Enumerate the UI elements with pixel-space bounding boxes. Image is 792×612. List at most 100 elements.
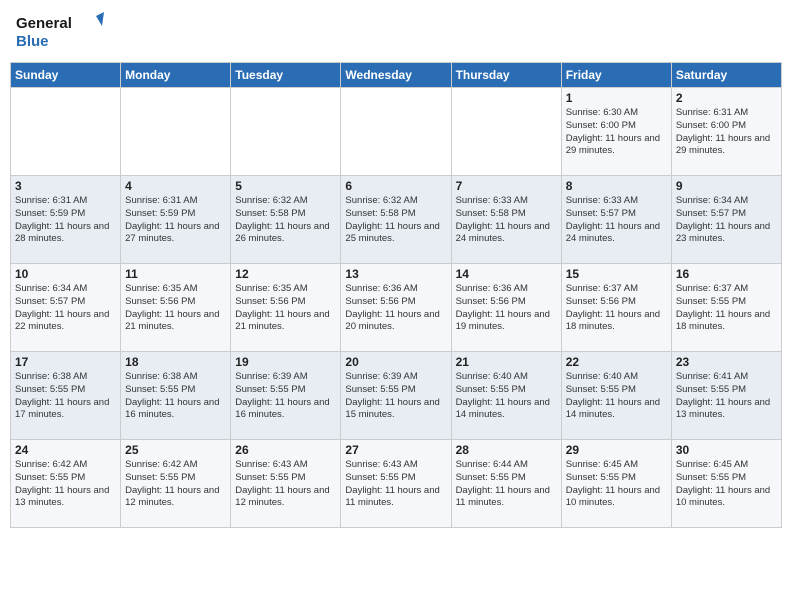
calendar-cell: 12 Sunrise: 6:35 AMSunset: 5:56 PMDayligh… <box>231 264 341 352</box>
day-info: Sunrise: 6:41 AMSunset: 5:55 PMDaylight:… <box>676 371 777 422</box>
day-info: Sunrise: 6:32 AMSunset: 5:58 PMDaylight:… <box>235 195 336 246</box>
day-info: Sunrise: 6:38 AMSunset: 5:55 PMDaylight:… <box>125 371 226 422</box>
calendar-cell: 29 Sunrise: 6:45 AMSunset: 5:55 PMDayligh… <box>561 440 671 528</box>
calendar-cell: 13Sunrise: 6:36 AMSunset: 5:56 PMDayligh… <box>341 264 451 352</box>
day-number: 23 <box>676 355 777 369</box>
weekday-header: Sunday <box>11 63 121 88</box>
day-number: 19 <box>235 355 336 369</box>
day-number: 6 <box>345 179 446 193</box>
day-info: Sunrise: 6:31 AMSunset: 6:00 PMDaylight:… <box>676 107 777 158</box>
calendar-cell: 3Sunrise: 6:31 AMSunset: 5:59 PMDaylight… <box>11 176 121 264</box>
day-info: Sunrise: 6:36 AMSunset: 5:56 PMDaylight:… <box>456 283 557 334</box>
page-header: General Blue <box>10 10 782 54</box>
svg-text:General: General <box>16 15 72 32</box>
weekday-header: Tuesday <box>231 63 341 88</box>
day-number: 27 <box>345 443 446 457</box>
calendar-cell <box>451 88 561 176</box>
calendar-cell: 18 Sunrise: 6:38 AMSunset: 5:55 PMDayligh… <box>121 352 231 440</box>
calendar-table: SundayMondayTuesdayWednesdayThursdayFrid… <box>10 62 782 528</box>
weekday-header: Saturday <box>671 63 781 88</box>
day-info: Sunrise: 6:37 AMSunset: 5:55 PMDaylight:… <box>676 283 777 334</box>
weekday-header: Thursday <box>451 63 561 88</box>
calendar-cell: 8 Sunrise: 6:33 AMSunset: 5:57 PMDaylight… <box>561 176 671 264</box>
weekday-header: Monday <box>121 63 231 88</box>
calendar-cell: 17 Sunrise: 6:38 AMSunset: 5:55 PMDayligh… <box>11 352 121 440</box>
calendar-cell: 30 Sunrise: 6:45 AMSunset: 5:55 PMDayligh… <box>671 440 781 528</box>
calendar-cell: 19 Sunrise: 6:39 AMSunset: 5:55 PMDayligh… <box>231 352 341 440</box>
calendar-cell <box>11 88 121 176</box>
weekday-header: Wednesday <box>341 63 451 88</box>
calendar-cell: 2 Sunrise: 6:31 AMSunset: 6:00 PMDaylight… <box>671 88 781 176</box>
calendar-cell: 21 Sunrise: 6:40 AMSunset: 5:55 PMDayligh… <box>451 352 561 440</box>
day-number: 7 <box>456 179 557 193</box>
weekday-header: Friday <box>561 63 671 88</box>
calendar-cell: 9 Sunrise: 6:34 AMSunset: 5:57 PMDaylight… <box>671 176 781 264</box>
calendar-cell: 24Sunrise: 6:42 AMSunset: 5:55 PMDayligh… <box>11 440 121 528</box>
logo-svg: General Blue <box>14 10 104 54</box>
day-number: 20 <box>345 355 446 369</box>
day-info: Sunrise: 6:35 AMSunset: 5:56 PMDaylight:… <box>125 283 226 334</box>
day-number: 13 <box>345 267 446 281</box>
day-info: Sunrise: 6:31 AMSunset: 5:59 PMDaylight:… <box>15 195 116 246</box>
day-info: Sunrise: 6:43 AMSunset: 5:55 PMDaylight:… <box>345 459 446 510</box>
day-number: 9 <box>676 179 777 193</box>
calendar-cell: 28 Sunrise: 6:44 AMSunset: 5:55 PMDayligh… <box>451 440 561 528</box>
day-number: 26 <box>235 443 336 457</box>
calendar-cell <box>341 88 451 176</box>
calendar-cell: 6Sunrise: 6:32 AMSunset: 5:58 PMDaylight… <box>341 176 451 264</box>
calendar-cell: 20 Sunrise: 6:39 AMSunset: 5:55 PMDayligh… <box>341 352 451 440</box>
calendar-cell: 26 Sunrise: 6:43 AMSunset: 5:55 PMDayligh… <box>231 440 341 528</box>
day-info: Sunrise: 6:40 AMSunset: 5:55 PMDaylight:… <box>566 371 667 422</box>
day-number: 11 <box>125 267 226 281</box>
day-number: 10 <box>15 267 116 281</box>
day-number: 1 <box>566 91 667 105</box>
day-number: 18 <box>125 355 226 369</box>
calendar-cell: 23 Sunrise: 6:41 AMSunset: 5:55 PMDayligh… <box>671 352 781 440</box>
day-info: Sunrise: 6:30 AMSunset: 6:00 PMDaylight:… <box>566 107 667 158</box>
day-info: Sunrise: 6:42 AMSunset: 5:55 PMDaylight:… <box>15 459 116 510</box>
day-number: 28 <box>456 443 557 457</box>
day-info: Sunrise: 6:31 AMSunset: 5:59 PMDaylight:… <box>125 195 226 246</box>
day-number: 15 <box>566 267 667 281</box>
day-info: Sunrise: 6:40 AMSunset: 5:55 PMDaylight:… <box>456 371 557 422</box>
calendar-cell: 27 Sunrise: 6:43 AMSunset: 5:55 PMDayligh… <box>341 440 451 528</box>
calendar-cell: 7 Sunrise: 6:33 AMSunset: 5:58 PMDaylight… <box>451 176 561 264</box>
calendar-cell: 25 Sunrise: 6:42 AMSunset: 5:55 PMDayligh… <box>121 440 231 528</box>
day-info: Sunrise: 6:44 AMSunset: 5:55 PMDaylight:… <box>456 459 557 510</box>
calendar-cell: 11 Sunrise: 6:35 AMSunset: 5:56 PMDayligh… <box>121 264 231 352</box>
day-info: Sunrise: 6:35 AMSunset: 5:56 PMDaylight:… <box>235 283 336 334</box>
calendar-cell: 1 Sunrise: 6:30 AMSunset: 6:00 PMDaylight… <box>561 88 671 176</box>
day-number: 30 <box>676 443 777 457</box>
calendar-cell <box>231 88 341 176</box>
day-info: Sunrise: 6:34 AMSunset: 5:57 PMDaylight:… <box>676 195 777 246</box>
svg-text:Blue: Blue <box>16 33 49 50</box>
day-info: Sunrise: 6:39 AMSunset: 5:55 PMDaylight:… <box>235 371 336 422</box>
day-number: 16 <box>676 267 777 281</box>
day-number: 4 <box>125 179 226 193</box>
day-info: Sunrise: 6:42 AMSunset: 5:55 PMDaylight:… <box>125 459 226 510</box>
day-number: 12 <box>235 267 336 281</box>
day-info: Sunrise: 6:45 AMSunset: 5:55 PMDaylight:… <box>676 459 777 510</box>
day-number: 21 <box>456 355 557 369</box>
day-number: 8 <box>566 179 667 193</box>
day-number: 29 <box>566 443 667 457</box>
day-info: Sunrise: 6:43 AMSunset: 5:55 PMDaylight:… <box>235 459 336 510</box>
day-number: 25 <box>125 443 226 457</box>
day-info: Sunrise: 6:39 AMSunset: 5:55 PMDaylight:… <box>345 371 446 422</box>
day-info: Sunrise: 6:33 AMSunset: 5:58 PMDaylight:… <box>456 195 557 246</box>
day-number: 14 <box>456 267 557 281</box>
calendar-cell: 15 Sunrise: 6:37 AMSunset: 5:56 PMDayligh… <box>561 264 671 352</box>
day-info: Sunrise: 6:45 AMSunset: 5:55 PMDaylight:… <box>566 459 667 510</box>
day-info: Sunrise: 6:38 AMSunset: 5:55 PMDaylight:… <box>15 371 116 422</box>
calendar-cell: 22 Sunrise: 6:40 AMSunset: 5:55 PMDayligh… <box>561 352 671 440</box>
day-number: 22 <box>566 355 667 369</box>
logo: General Blue <box>14 10 104 54</box>
day-info: Sunrise: 6:37 AMSunset: 5:56 PMDaylight:… <box>566 283 667 334</box>
day-number: 5 <box>235 179 336 193</box>
calendar-cell: 4 Sunrise: 6:31 AMSunset: 5:59 PMDaylight… <box>121 176 231 264</box>
day-number: 2 <box>676 91 777 105</box>
day-info: Sunrise: 6:33 AMSunset: 5:57 PMDaylight:… <box>566 195 667 246</box>
day-info: Sunrise: 6:34 AMSunset: 5:57 PMDaylight:… <box>15 283 116 334</box>
day-number: 17 <box>15 355 116 369</box>
calendar-cell: 5 Sunrise: 6:32 AMSunset: 5:58 PMDaylight… <box>231 176 341 264</box>
